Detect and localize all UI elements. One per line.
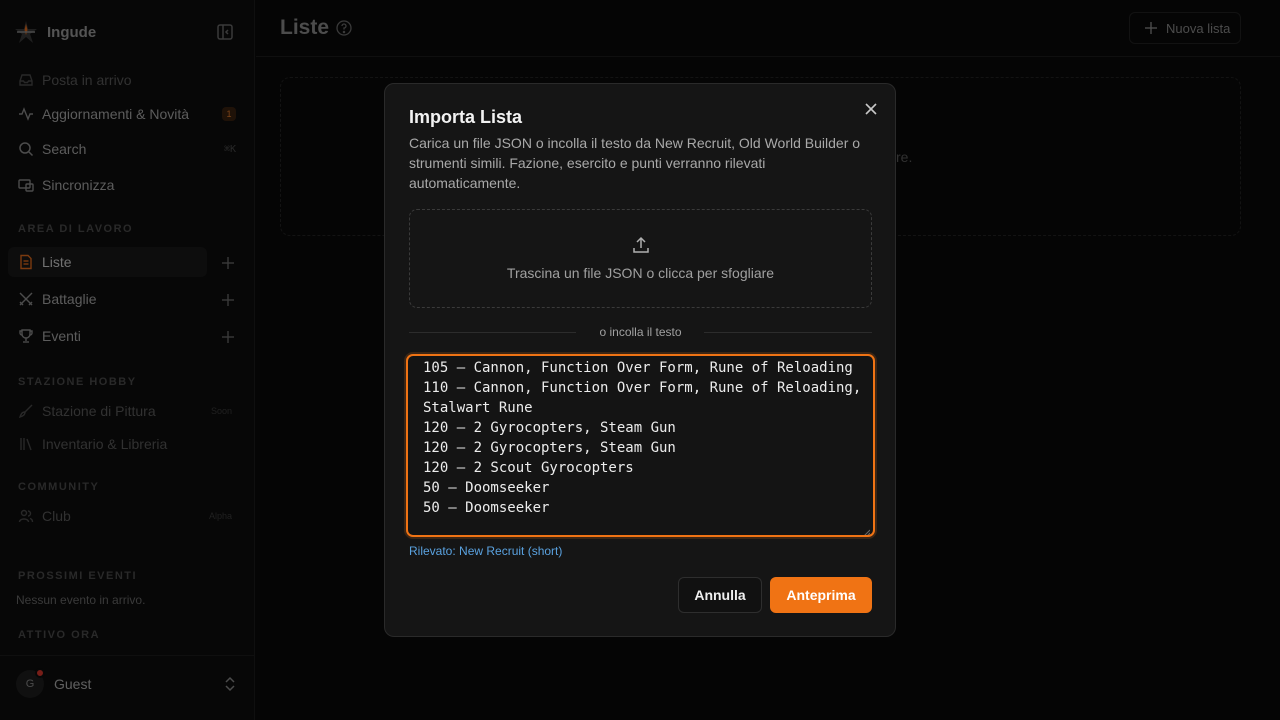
dialog-description: Carica un file JSON o incolla il testo d… (409, 135, 861, 191)
dialog-title: Importa Lista (409, 107, 523, 127)
upload-icon (631, 235, 651, 255)
close-icon[interactable] (863, 101, 879, 117)
preview-button[interactable]: Anteprima (770, 577, 872, 613)
detected-format: Rilevato: New Recruit (short) (409, 544, 563, 558)
textarea-value: 105 – Cannon, Function Over Form, Rune o… (423, 360, 862, 516)
cancel-button[interactable]: Annulla (678, 577, 762, 613)
resize-handle-icon[interactable] (862, 524, 871, 535)
divider-text: o incolla il testo (599, 325, 682, 339)
dropzone-text: Trascina un file JSON o clicca per sfogl… (506, 265, 775, 281)
file-dropzone[interactable]: Trascina un file JSON o clicca per sfogl… (409, 209, 872, 308)
paste-textarea[interactable]: 105 – Cannon, Function Over Form, Rune o… (406, 354, 875, 537)
import-list-dialog: Importa Lista Carica un file JSON o inco… (384, 83, 896, 637)
